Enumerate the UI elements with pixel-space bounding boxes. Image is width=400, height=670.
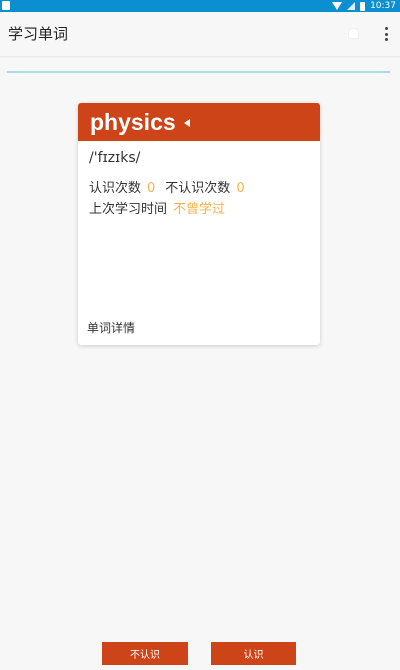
word-text: physics [90, 109, 176, 135]
notification-icon [2, 1, 10, 10]
last-study-value: 不曾学过 [173, 202, 226, 217]
word-header: physics [78, 103, 320, 141]
page-title: 学习单词 [8, 25, 69, 43]
status-time: 10:37 [370, 1, 396, 11]
last-study-stats: 上次学习时间 不曾学过 [89, 201, 225, 219]
phonetic-text: /'fɪzɪks/ [89, 150, 141, 166]
status-bar: 10:37 [0, 0, 400, 12]
known-count-label: 认识次数 [89, 181, 142, 196]
app-bar: 学习单词 [0, 12, 400, 56]
notification-bell-icon[interactable] [349, 29, 358, 38]
wifi-icon [332, 2, 343, 10]
word-card: physics /'fɪzɪks/ 认识次数 0 不认识次数 0 上次学习时间 不曾学过… [78, 103, 320, 345]
progress-divider [7, 71, 390, 73]
overflow-menu-icon[interactable] [383, 27, 389, 41]
play-pronunciation-icon[interactable] [184, 119, 190, 127]
word-details-link[interactable]: 单词详情 [87, 319, 135, 336]
known-button[interactable]: 认识 [211, 642, 296, 665]
unknown-button[interactable]: 不认识 [102, 642, 188, 665]
dot [384, 32, 388, 36]
battery-icon [360, 1, 366, 11]
unknown-count-label: 不认识次数 [165, 181, 231, 196]
signal-icon [347, 2, 356, 10]
unknown-count-value: 0 [236, 181, 245, 196]
last-study-label: 上次学习时间 [89, 202, 168, 217]
dot [384, 27, 388, 30]
status-icons: 10:37 [332, 0, 396, 12]
count-stats: 认识次数 0 不认识次数 0 [89, 180, 245, 198]
known-count-value: 0 [147, 181, 156, 196]
dot [384, 38, 388, 41]
